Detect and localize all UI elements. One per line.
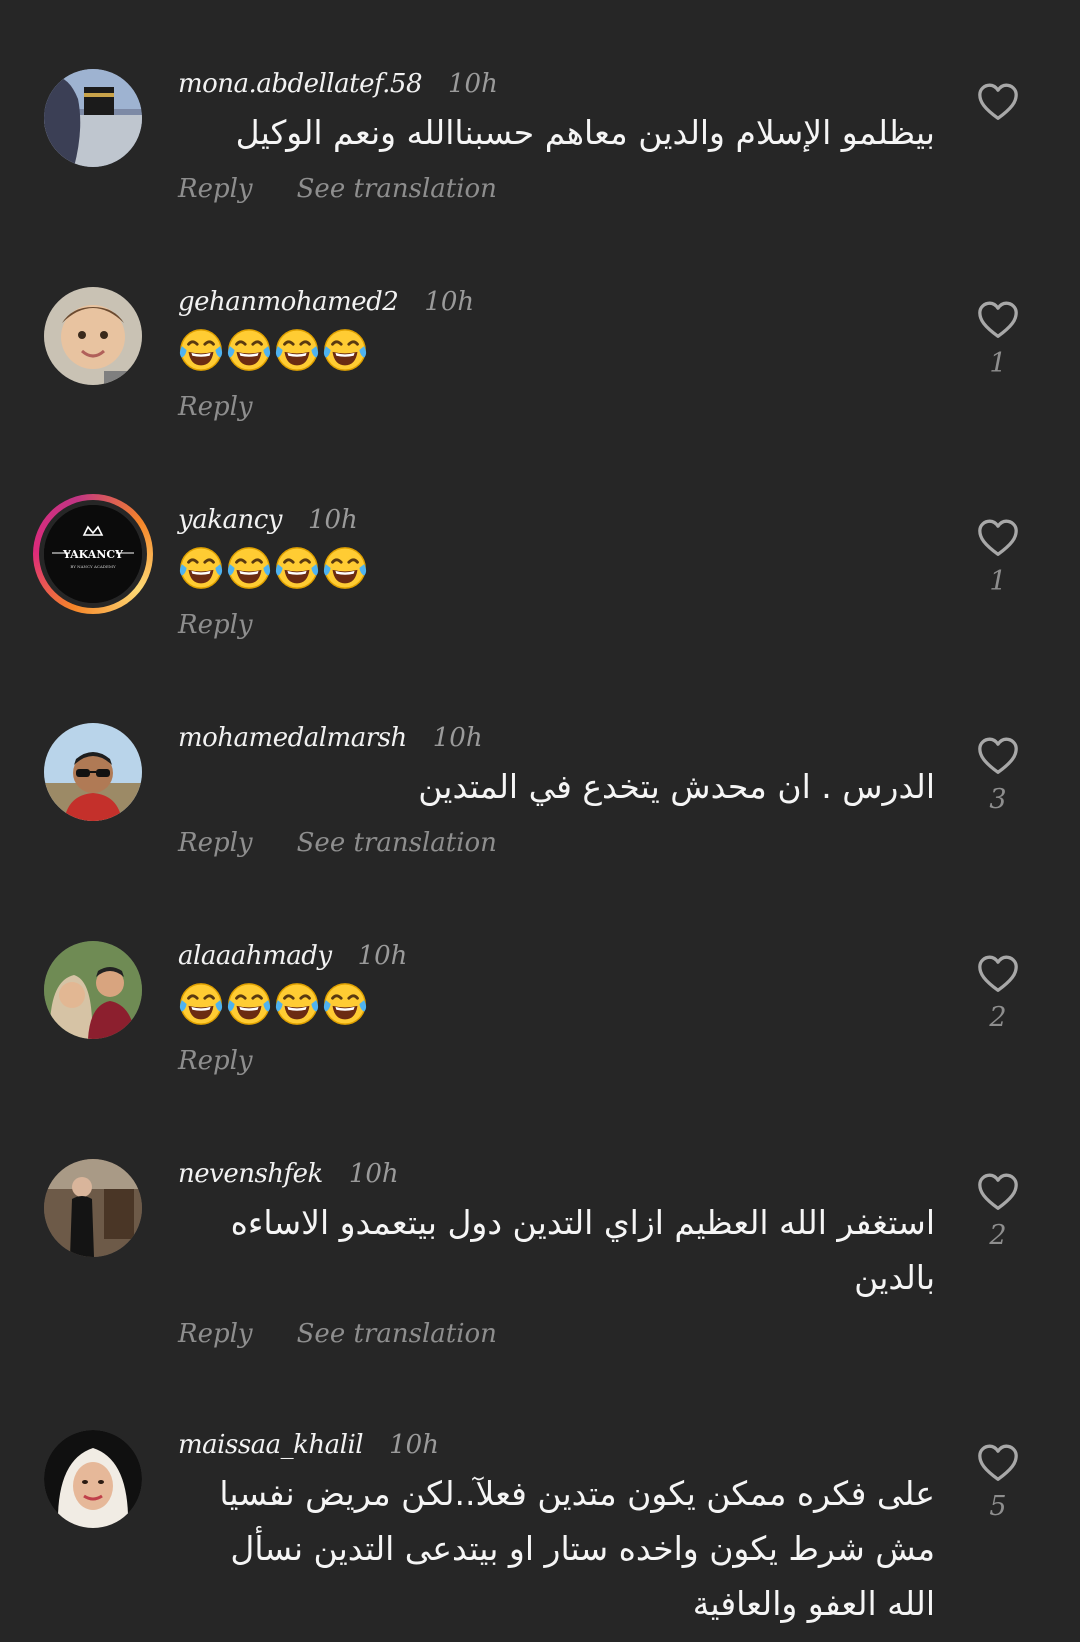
timestamp: 10h — [448, 69, 498, 99]
reply-button[interactable]: Reply — [178, 392, 253, 422]
reply-button[interactable]: Reply — [178, 610, 253, 640]
joy-emoji-icon — [274, 545, 320, 591]
avatar[interactable] — [44, 287, 142, 385]
reply-button[interactable]: Reply — [178, 828, 253, 858]
comment-actions: Reply — [178, 1046, 297, 1076]
reply-button[interactable]: Reply — [178, 174, 253, 204]
timestamp: 10h — [432, 723, 483, 753]
heart-outline-icon[interactable] — [976, 1172, 1020, 1212]
avatar-logo: YAKANCY BY NANCY ACADEMY — [44, 505, 142, 603]
timestamp: 10h — [307, 505, 358, 535]
comment-header: mohamedalmarsh 10h — [178, 723, 483, 759]
username[interactable]: yakancy — [178, 505, 282, 535]
like-control: 5 — [974, 1443, 1022, 1525]
heart-outline-icon[interactable] — [976, 736, 1020, 776]
like-control: 1 — [974, 518, 1022, 600]
comment-actions: Reply — [178, 392, 297, 422]
joy-emoji-icon — [178, 327, 224, 373]
username[interactable]: gehanmohamed2 — [178, 287, 399, 317]
comment-actions: Reply See translation — [178, 174, 541, 204]
timestamp: 10h — [348, 1159, 399, 1189]
like-control — [974, 82, 1022, 122]
see-translation-button[interactable]: See translation — [297, 174, 497, 204]
see-translation-button[interactable]: See translation — [297, 1319, 497, 1349]
avatar[interactable] — [44, 941, 142, 1039]
username[interactable]: mona.abdellatef.58 — [178, 69, 423, 99]
username[interactable]: nevenshfek — [178, 1159, 323, 1189]
joy-emoji-icon — [226, 981, 272, 1027]
reply-button[interactable]: Reply — [178, 1046, 253, 1076]
joy-emoji-icon — [274, 981, 320, 1027]
joy-emoji-icon — [322, 981, 368, 1027]
heart-outline-icon[interactable] — [976, 518, 1020, 558]
comment-header: yakancy 10h — [178, 505, 358, 541]
like-control: 2 — [974, 954, 1022, 1036]
heart-outline-icon[interactable] — [976, 1443, 1020, 1483]
username[interactable]: mohamedalmarsh — [178, 723, 407, 753]
comment-text: الدرس . ان محدش يتخدع في المتدين — [418, 767, 935, 806]
like-count[interactable]: 1 — [974, 566, 1022, 600]
emoji-text — [178, 981, 368, 1027]
emoji-text — [178, 545, 368, 591]
logo-text: YAKANCY — [62, 548, 123, 561]
joy-emoji-icon — [322, 545, 368, 591]
like-count[interactable]: 5 — [974, 1491, 1022, 1525]
username[interactable]: alaaahmady — [178, 941, 332, 971]
joy-emoji-icon — [178, 545, 224, 591]
comment-header: gehanmohamed2 10h — [178, 287, 474, 323]
heart-outline-icon[interactable] — [976, 300, 1020, 340]
comment-text: على فكره ممكن يكون متدين فعلآ..لكن مريض … — [219, 1474, 935, 1623]
comment-header: mona.abdellatef.58 10h — [178, 69, 498, 105]
comment-actions: Reply — [178, 610, 297, 640]
joy-emoji-icon — [322, 327, 368, 373]
comment-header: nevenshfek 10h — [178, 1159, 399, 1195]
comment-header: maissaa_khalil 10h — [178, 1430, 439, 1466]
joy-emoji-icon — [274, 327, 320, 373]
logo-subtext: BY NANCY ACADEMY — [70, 564, 116, 569]
avatar[interactable] — [44, 69, 142, 167]
heart-outline-icon[interactable] — [976, 82, 1020, 122]
like-count[interactable]: 2 — [974, 1002, 1022, 1036]
like-control: 2 — [974, 1172, 1022, 1254]
like-count[interactable]: 1 — [974, 348, 1022, 382]
username[interactable]: maissaa_khalil — [178, 1430, 364, 1460]
comment-actions: Reply See translation — [178, 1319, 541, 1349]
like-count[interactable]: 3 — [974, 784, 1022, 818]
avatar[interactable] — [44, 723, 142, 821]
avatar[interactable] — [44, 1159, 142, 1257]
like-control: 1 — [974, 300, 1022, 382]
comment-text: بيظلمو الإسلام والدين معاهم حسبناالله ون… — [235, 113, 935, 152]
comment-text: استغفر الله العظيم ازاي التدين دول بيتعم… — [230, 1203, 935, 1297]
comment-header: alaaahmady 10h — [178, 941, 407, 977]
like-control: 3 — [974, 736, 1022, 818]
comment-actions: Reply See translation — [178, 828, 541, 858]
timestamp: 10h — [357, 941, 408, 971]
timestamp: 10h — [389, 1430, 439, 1460]
emoji-text — [178, 327, 368, 373]
joy-emoji-icon — [226, 327, 272, 373]
avatar-with-story-ring[interactable]: YAKANCY BY NANCY ACADEMY — [33, 494, 153, 614]
heart-outline-icon[interactable] — [976, 954, 1020, 994]
see-translation-button[interactable]: See translation — [297, 828, 497, 858]
like-count[interactable]: 2 — [974, 1220, 1022, 1254]
joy-emoji-icon — [226, 545, 272, 591]
joy-emoji-icon — [178, 981, 224, 1027]
reply-button[interactable]: Reply — [178, 1319, 253, 1349]
avatar[interactable] — [44, 1430, 142, 1528]
timestamp: 10h — [424, 287, 475, 317]
